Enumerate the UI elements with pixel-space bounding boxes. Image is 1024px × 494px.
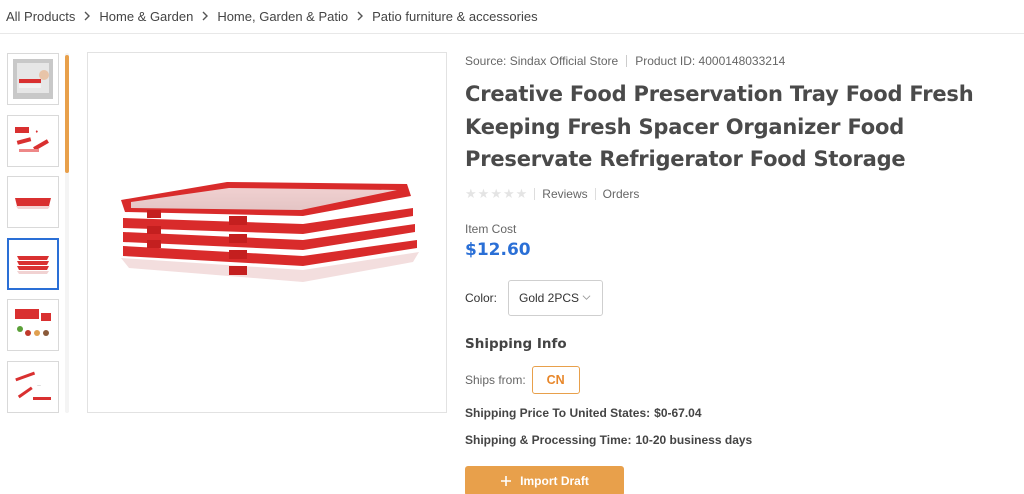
thumbnail-2[interactable]: ♦ <box>7 114 59 167</box>
color-label: Color: <box>465 290 498 305</box>
ships-from-label: Ships from: <box>465 372 526 387</box>
header-divider <box>0 33 1024 34</box>
rating-row: ★ ★ ★ ★ ★ Reviews Orders <box>465 186 1021 202</box>
trays-with-food-icon <box>15 309 51 337</box>
thumbnail-5[interactable] <box>7 299 59 352</box>
item-cost-value: $12.60 <box>465 239 531 260</box>
main-product-image <box>87 52 447 413</box>
breadcrumb-patio-furniture[interactable]: Patio furniture & accessories <box>372 9 537 24</box>
product-id: Product ID: 4000148033214 <box>635 54 786 68</box>
shipping-price-value: $0-67.04 <box>654 405 702 420</box>
product-title: Creative Food Preservation Tray Food Fre… <box>465 82 974 171</box>
product-info-panel: Source: Sindax Official Store Product ID… <box>465 52 1021 494</box>
orders-link[interactable]: Orders <box>603 187 640 201</box>
tray-diagram-icon: ♦ <box>15 126 49 152</box>
svg-text:♦: ♦ <box>35 129 39 134</box>
rating-divider <box>594 187 596 200</box>
color-select[interactable]: Gold 2PCS <box>508 279 603 316</box>
svg-text:—: — <box>37 383 41 388</box>
star-icon: ★ <box>502 186 515 201</box>
chevron-right-icon <box>348 11 372 21</box>
reviews-link[interactable]: Reviews <box>542 187 587 201</box>
product-meta: Source: Sindax Official Store Product ID… <box>465 52 1021 70</box>
shipping-price-row: Shipping Price To United States: $0-67.0… <box>465 406 1021 420</box>
color-selected-value: Gold 2PCS <box>519 290 580 305</box>
fridge-photo-icon <box>13 59 53 99</box>
tray-usage-icon: — <box>15 371 51 400</box>
item-cost-label: Item Cost <box>465 221 517 236</box>
meta-divider <box>626 55 628 67</box>
breadcrumb-home-garden[interactable]: Home & Garden <box>99 9 193 24</box>
breadcrumb: All Products Home & Garden Home, Garden … <box>6 6 538 26</box>
star-rating: ★ ★ ★ ★ ★ <box>465 187 527 200</box>
color-row: Color: Gold 2PCS <box>465 279 1021 316</box>
thumbnail-scrollbar[interactable] <box>65 53 69 413</box>
star-icon: ★ <box>477 186 490 201</box>
star-icon: ★ <box>515 186 528 201</box>
stacked-food-trays-image <box>121 181 419 282</box>
chevron-right-icon <box>193 11 217 21</box>
single-tray-icon <box>15 198 51 210</box>
shipping-time-value: 10-20 business days <box>635 432 753 447</box>
stacked-trays-icon <box>17 255 49 274</box>
chevron-down-icon <box>582 295 591 300</box>
shipping-price-label: Shipping Price To United States: <box>465 405 651 420</box>
thumbnail-6[interactable]: — <box>7 360 59 413</box>
thumbnail-4[interactable] <box>7 237 59 290</box>
shipping-heading: Shipping Info <box>465 335 567 352</box>
breadcrumb-home-garden-patio[interactable]: Home, Garden & Patio <box>217 9 348 24</box>
thumbnail-1[interactable] <box>7 53 59 105</box>
shipping-time-label: Shipping & Processing Time: <box>465 432 632 447</box>
thumbnail-scrollbar-handle[interactable] <box>65 55 69 173</box>
star-icon: ★ <box>490 186 502 201</box>
chevron-right-icon <box>75 11 99 21</box>
plus-icon <box>501 475 512 486</box>
breadcrumb-all-products[interactable]: All Products <box>6 9 75 24</box>
ships-from-row: Ships from: CN <box>465 365 1021 394</box>
import-draft-button[interactable]: Import Draft <box>465 465 624 494</box>
thumbnail-3[interactable] <box>7 176 59 229</box>
product-source: Source: Sindax Official Store <box>465 54 619 68</box>
ships-from-option[interactable]: CN <box>531 365 580 394</box>
rating-divider <box>534 187 536 200</box>
star-icon: ★ <box>465 186 477 201</box>
thumbnail-list: ♦ — <box>7 53 61 423</box>
shipping-time-row: Shipping & Processing Time: 10-20 busine… <box>465 433 1021 447</box>
import-draft-label: Import Draft <box>520 473 589 488</box>
